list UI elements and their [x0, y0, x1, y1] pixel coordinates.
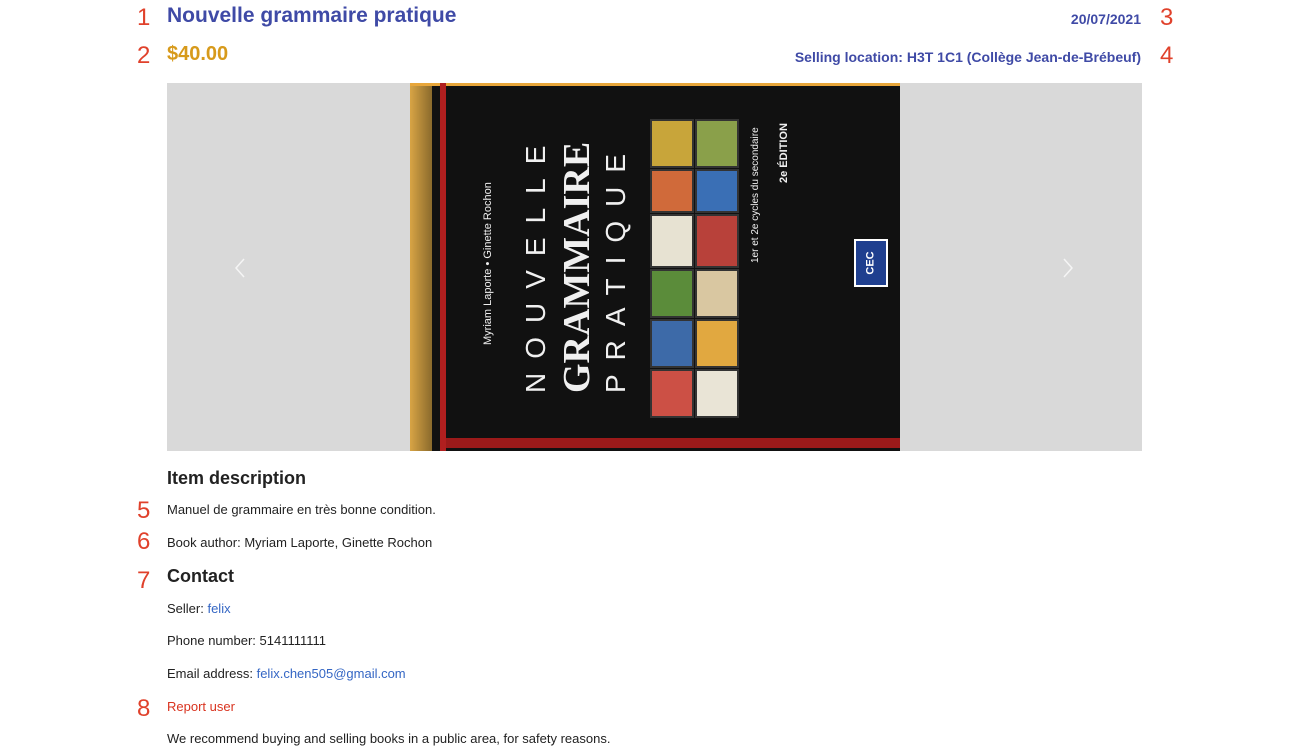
book-cover-image: Myriam Laporte • Ginette Rochon NOUVELLE… [410, 83, 900, 451]
email-label: Email address: [167, 666, 257, 681]
mosaic-tile [695, 269, 739, 318]
mosaic-tile [650, 119, 694, 168]
annotation-5: 5 [137, 497, 151, 524]
annotation-7: 7 [137, 567, 151, 594]
email-row: Email address: felix.chen505@gmail.com [167, 666, 406, 681]
chevron-left-icon [234, 258, 245, 278]
cover-mosaic [650, 119, 740, 419]
cover-cycles-text: 1er et 2e cycles du secondaire [750, 127, 761, 263]
mosaic-tile [695, 119, 739, 168]
cover-word-grammaire: GRAMMAIRE [556, 141, 598, 393]
carousel-prev-button[interactable] [220, 248, 260, 288]
mosaic-tile [695, 169, 739, 213]
cover-spine-edge [410, 83, 432, 451]
annotation-4: 4 [1160, 42, 1174, 69]
annotation-3: 3 [1160, 4, 1174, 31]
mosaic-tile [695, 319, 739, 368]
mosaic-tile [650, 319, 694, 368]
mosaic-tile [650, 269, 694, 318]
chevron-right-icon [1063, 258, 1074, 278]
annotation-2: 2 [137, 42, 151, 69]
cover-word-pratique: PRATIQUE [600, 139, 631, 393]
seller-link[interactable]: felix [207, 601, 230, 616]
listing-date: 20/07/2021 [1070, 11, 1141, 27]
carousel-next-button[interactable] [1048, 248, 1088, 288]
email-link[interactable]: felix.chen505@gmail.com [257, 666, 406, 681]
mosaic-tile [695, 214, 739, 268]
cover-edition-text: 2e ÉDITION [778, 123, 790, 183]
phone-number: Phone number: 5141111111 [167, 633, 327, 648]
mosaic-tile [650, 169, 694, 213]
safety-notice: We recommend buying and selling books in… [167, 731, 611, 746]
report-user-link[interactable]: Report user [167, 699, 235, 714]
cec-logo: CEC [854, 239, 888, 287]
seller-label: Seller: [167, 601, 208, 616]
mosaic-tile [650, 214, 694, 268]
cec-logo-text: CEC [864, 251, 877, 275]
annotation-8: 8 [137, 695, 151, 722]
cover-word-nouvelle: NOUVELLE [520, 131, 551, 393]
mosaic-tile [650, 369, 694, 418]
annotation-6: 6 [137, 528, 151, 555]
cover-top-edge [410, 83, 900, 86]
annotation-1: 1 [137, 4, 151, 31]
cover-authors: Myriam Laporte • Ginette Rochon [482, 182, 494, 345]
mosaic-tile [695, 369, 739, 418]
description-heading: Item description [167, 468, 307, 488]
image-carousel[interactable]: Myriam Laporte • Ginette Rochon NOUVELLE… [167, 83, 1142, 451]
seller-row: Seller: felix [167, 601, 231, 616]
listing-price: $40.00 [167, 43, 229, 65]
book-author: Book author: Myriam Laporte, Ginette Roc… [167, 535, 433, 550]
contact-heading: Contact [167, 566, 234, 586]
cover-red-stripe [440, 83, 446, 451]
listing-title: Nouvelle grammaire pratique [167, 4, 457, 27]
selling-location: Selling location: H3T 1C1 (Collège Jean-… [794, 49, 1141, 65]
item-description: Manuel de grammaire en très bonne condit… [167, 502, 436, 517]
cover-red-bottom [446, 438, 900, 448]
